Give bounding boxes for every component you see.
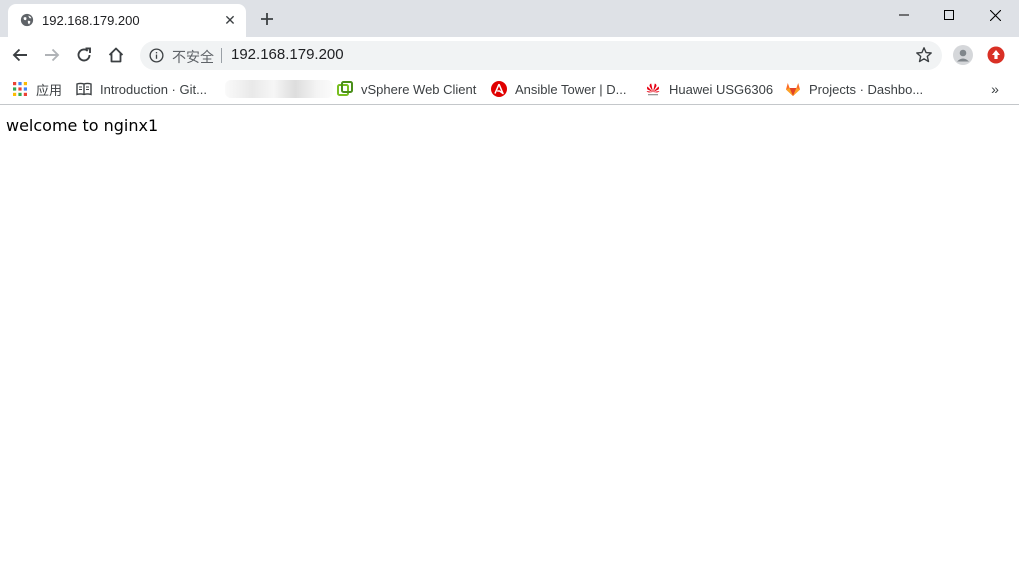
vsphere-icon — [337, 81, 353, 96]
window-minimize-button[interactable] — [881, 0, 927, 30]
reload-icon — [77, 47, 91, 62]
maximize-icon — [944, 10, 954, 20]
bookmark-apps-label: 应用 — [36, 82, 63, 98]
back-button[interactable] — [8, 43, 32, 67]
bookmark-label: Projects · Dashbo... — [809, 81, 924, 97]
omnibox-divider — [221, 48, 222, 63]
minimize-icon — [899, 14, 909, 16]
browser-toolbar: 不安全 192.168.179.200 — [0, 37, 1019, 73]
redacted-bookmark[interactable] — [225, 80, 333, 98]
home-icon — [108, 47, 124, 63]
home-button[interactable] — [104, 43, 128, 67]
window-close-button[interactable] — [972, 0, 1018, 30]
huawei-icon — [646, 83, 660, 96]
profile-avatar-icon[interactable] — [953, 45, 973, 65]
security-label[interactable]: 不安全 — [172, 47, 214, 67]
bookmark-gitlab[interactable]: Projects · Dashbo... — [785, 79, 923, 99]
tab-strip: 192.168.179.200 ✕ — [0, 0, 1019, 37]
gitlab-icon — [786, 83, 800, 96]
page-content: welcome to nginx1 — [0, 106, 1019, 578]
bookmark-label: vSphere Web Client — [361, 81, 477, 97]
active-tab[interactable]: 192.168.179.200 ✕ — [8, 4, 246, 37]
bookmarks-overflow-icon[interactable]: » — [986, 79, 1004, 99]
bookmark-huawei[interactable]: Huawei USG6306 — [645, 79, 773, 99]
reload-button[interactable] — [72, 43, 96, 67]
ansible-icon — [491, 81, 507, 97]
info-icon[interactable] — [149, 48, 164, 63]
arrow-left-icon — [12, 48, 27, 62]
url-text[interactable]: 192.168.179.200 — [231, 46, 344, 63]
book-icon — [76, 82, 92, 96]
bookmarks-bar: 应用 Introduction · Git... vSphere Web Cli… — [0, 73, 1019, 105]
address-bar[interactable]: 不安全 192.168.179.200 — [140, 41, 942, 70]
arrow-right-icon — [45, 48, 60, 62]
apps-grid-icon — [13, 82, 27, 96]
bookmark-ansible[interactable]: Ansible Tower | D... — [491, 79, 627, 99]
bookmark-label: Introduction · Git... — [100, 81, 207, 97]
plus-icon[interactable] — [258, 10, 276, 28]
tab-title: 192.168.179.200 — [42, 13, 140, 28]
bookmark-vsphere[interactable]: vSphere Web Client — [337, 79, 476, 99]
close-icon — [989, 9, 1001, 21]
globe-icon — [20, 13, 34, 27]
tab-close-icon[interactable]: ✕ — [222, 12, 238, 28]
star-icon[interactable] — [915, 46, 933, 64]
bookmark-apps[interactable]: 应用 — [12, 79, 62, 99]
forward-button[interactable] — [40, 43, 64, 67]
extension-update-icon[interactable] — [987, 46, 1005, 64]
page-body-text: welcome to nginx1 — [6, 116, 159, 135]
window-maximize-button[interactable] — [926, 0, 972, 30]
bookmark-introduction[interactable]: Introduction · Git... — [76, 79, 207, 99]
bookmark-label: Ansible Tower | D... — [515, 81, 627, 97]
bookmark-label: Huawei USG6306 — [669, 81, 774, 97]
